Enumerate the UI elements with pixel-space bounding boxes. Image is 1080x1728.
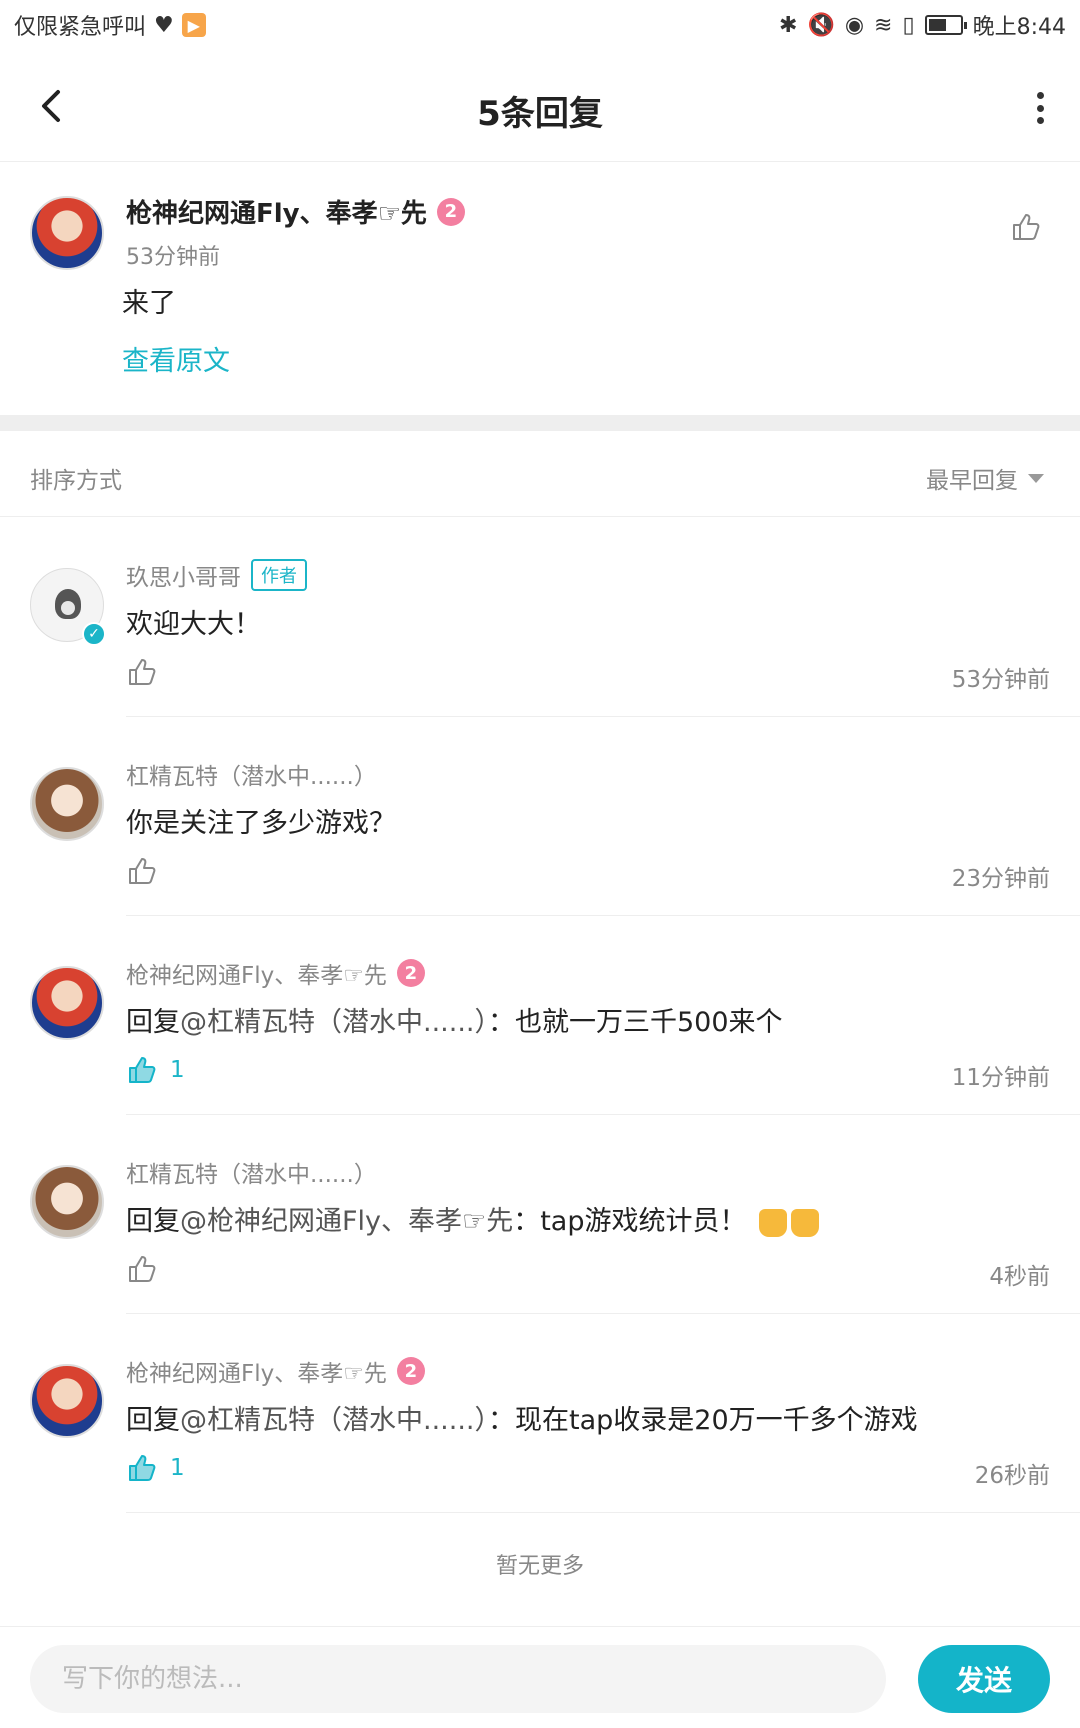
video-app-icon: ▶ <box>181 13 206 37</box>
mute-icon: 🔇 <box>807 12 835 38</box>
reply-prefix: 回复 <box>126 1206 180 1237</box>
reply-item: ✓ 玖思小哥哥 作者 欢迎大大！ 53分钟前 <box>0 518 1080 717</box>
status-left: 仅限紧急呼叫 ♥ ▶ <box>14 9 206 41</box>
separator <box>126 1512 1080 1513</box>
reply-time: 53分钟前 <box>951 667 1050 693</box>
like-button[interactable] <box>126 855 158 887</box>
verified-icon: ✓ <box>82 622 106 646</box>
heart-pulse-icon: ♥ <box>154 12 174 38</box>
reply-body: ：tap游戏统计员！ <box>513 1206 747 1237</box>
bluetooth-icon: ✱ <box>779 12 798 38</box>
reply-item: 杠精瓦特（潜水中......） 你是关注了多少游戏？ 23分钟前 <box>0 717 1080 916</box>
more-dot <box>1036 92 1044 99</box>
page-title: 5条回复 <box>477 94 603 134</box>
mention-link[interactable]: @杠精瓦特（潜水中......） <box>180 1007 488 1038</box>
like-count: 1 <box>170 1057 185 1083</box>
reply-prefix: 回复 <box>126 1007 180 1038</box>
reply-body: ：也就一万三千500来个 <box>488 1007 783 1038</box>
author-name: 枪神纪网通Fly、奉孝☞先 <box>126 1361 387 1387</box>
author-name: 杠精瓦特（潜水中......） <box>126 1162 377 1188</box>
original-author[interactable]: 枪神纪网通Fly、奉孝☞先 2 <box>126 193 465 230</box>
like-button[interactable] <box>126 656 158 688</box>
avatar[interactable] <box>30 196 104 270</box>
original-comment: 枪神纪网通Fly、奉孝☞先 2 53分钟前 来了 查看原文 <box>0 163 1080 415</box>
avatar[interactable] <box>30 966 104 1040</box>
send-button[interactable]: 发送 <box>918 1645 1050 1713</box>
level-badge: 2 <box>396 1357 425 1385</box>
sim-alert-icon: ▯ <box>902 12 915 38</box>
eye-icon: ◉ <box>844 12 865 38</box>
thumbs-up-icon <box>129 1256 156 1282</box>
author-name: 枪神纪网通Fly、奉孝☞先 <box>126 963 387 989</box>
no-more-text: 暂无更多 <box>495 1554 584 1579</box>
reply-text: 回复@杠精瓦特（潜水中......）：现在tap收录是20万一千多个游戏 <box>126 1398 918 1437</box>
reply-prefix: 回复 <box>126 1405 180 1436</box>
avatar[interactable] <box>30 1165 104 1239</box>
clock: 晚上8:44 <box>972 15 1066 40</box>
thumbs-up-icon <box>129 858 156 884</box>
reply-input[interactable] <box>30 1645 886 1713</box>
thumbs-up-icon <box>129 659 156 685</box>
thumbs-up-emoji-icon <box>759 1208 788 1237</box>
reply-input-bar: 发送 <box>0 1626 1080 1728</box>
battery-icon <box>924 15 967 35</box>
author-tag: 作者 <box>251 559 307 591</box>
avatar[interactable] <box>30 767 104 841</box>
reply-body: ：现在tap收录是20万一千多个游戏 <box>488 1405 918 1436</box>
level-badge: 2 <box>396 959 425 987</box>
comment-text: 来了 <box>122 288 176 319</box>
like-count: 1 <box>170 1455 185 1481</box>
status-bar: 仅限紧急呼叫 ♥ ▶ ✱ 🔇 ◉ ≋ ▯ 晚上8:44 <box>0 0 1080 50</box>
reply-time: 11分钟前 <box>951 1065 1050 1091</box>
reply-time: 23分钟前 <box>951 866 1050 892</box>
sort-dropdown[interactable]: 最早回复 <box>926 461 1044 495</box>
level-badge: 2 <box>436 197 465 226</box>
reply-text: 回复@枪神纪网通Fly、奉孝☞先：tap游戏统计员！ <box>126 1199 820 1238</box>
like-button[interactable]: 1 <box>126 1452 185 1484</box>
comment-time: 53分钟前 <box>126 245 220 270</box>
reply-item: 枪神纪网通Fly、奉孝☞先 2 回复@杠精瓦特（潜水中......）：也就一万三… <box>0 916 1080 1115</box>
reply-text: 回复@杠精瓦特（潜水中......）：也就一万三千500来个 <box>126 1000 783 1039</box>
view-original-link[interactable]: 查看原文 <box>122 339 230 378</box>
thumbs-up-emoji-icon <box>791 1208 820 1237</box>
penguin-icon <box>55 589 81 619</box>
reply-author[interactable]: 杠精瓦特（潜水中......） <box>126 1155 377 1189</box>
sort-value: 最早回复 <box>926 468 1018 494</box>
reply-author[interactable]: 枪神纪网通Fly、奉孝☞先 2 <box>126 1354 425 1388</box>
reply-author[interactable]: 玖思小哥哥 作者 <box>126 558 307 592</box>
reply-time: 26秒前 <box>974 1463 1050 1489</box>
more-dot <box>1036 104 1044 112</box>
reply-item: 枪神纪网通Fly、奉孝☞先 2 回复@杠精瓦特（潜水中......）：现在tap… <box>0 1314 1080 1513</box>
like-button[interactable]: 1 <box>126 1054 185 1086</box>
thumbs-up-filled-icon <box>129 1455 156 1481</box>
wifi-icon: ≋ <box>874 12 893 38</box>
mention-link[interactable]: @杠精瓦特（潜水中......） <box>180 1405 488 1436</box>
reply-author[interactable]: 枪神纪网通Fly、奉孝☞先 2 <box>126 956 425 990</box>
nav-bar: 5条回复 <box>0 50 1080 162</box>
sort-row: 排序方式 最早回复 <box>0 431 1080 517</box>
sort-label: 排序方式 <box>30 468 122 494</box>
section-divider <box>0 415 1080 431</box>
author-name: 杠精瓦特（潜水中......） <box>126 764 377 790</box>
author-name: 枪神纪网通Fly、奉孝☞先 <box>126 199 427 229</box>
more-options-button[interactable] <box>1030 88 1050 128</box>
reply-time: 4秒前 <box>989 1264 1050 1290</box>
status-right: ✱ 🔇 ◉ ≋ ▯ 晚上8:44 <box>779 9 1066 41</box>
reply-item: 杠精瓦特（潜水中......） 回复@枪神纪网通Fly、奉孝☞先：tap游戏统计… <box>0 1115 1080 1314</box>
reply-author[interactable]: 杠精瓦特（潜水中......） <box>126 757 377 791</box>
more-dot <box>1036 117 1044 124</box>
thumbs-up-icon[interactable] <box>1010 211 1042 243</box>
reply-text: 你是关注了多少游戏？ <box>126 808 396 839</box>
avatar[interactable] <box>30 1364 104 1438</box>
like-button[interactable] <box>126 1253 158 1285</box>
author-name: 玖思小哥哥 <box>126 565 241 591</box>
reply-text: 欢迎大大！ <box>126 609 261 640</box>
caret-down-icon <box>1028 473 1044 483</box>
thumbs-up-filled-icon <box>129 1057 156 1083</box>
carrier-text: 仅限紧急呼叫 <box>14 15 147 40</box>
mention-link[interactable]: @枪神纪网通Fly、奉孝☞先 <box>180 1206 513 1237</box>
